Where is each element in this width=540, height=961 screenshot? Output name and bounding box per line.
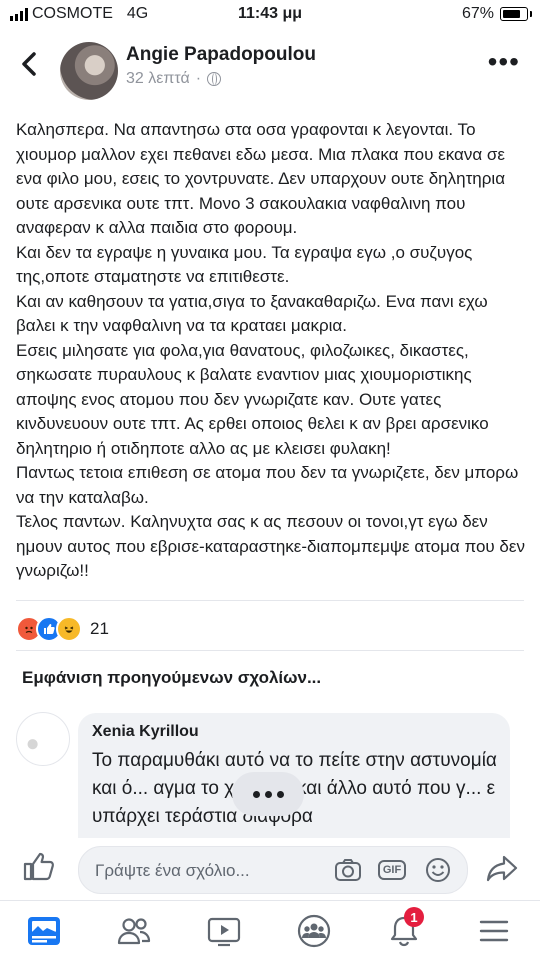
watch-icon[interactable] xyxy=(204,913,244,949)
emoji-icon[interactable] xyxy=(423,855,453,885)
post-meta: 32 λεπτά · xyxy=(126,70,222,88)
show-previous-comments-link[interactable]: Εμφάνιση προηγούμενων σχολίων... xyxy=(22,668,321,688)
meta-separator: · xyxy=(195,70,202,87)
camera-icon[interactable] xyxy=(333,855,363,885)
comment-composer: GIF xyxy=(0,838,540,900)
menu-icon[interactable] xyxy=(474,913,514,949)
news-feed-icon[interactable] xyxy=(24,913,64,949)
post-paragraph: Παντως τετοια επιθεση σε ατομα που δεν τ… xyxy=(16,463,519,507)
post-paragraph: Τελος παντων. Καληνυχτα σας κ ας πεσουν … xyxy=(16,512,525,580)
divider xyxy=(16,600,524,601)
commenter-avatar[interactable] xyxy=(16,712,70,766)
more-icon[interactable]: ••• xyxy=(488,48,520,76)
post-header: Angie Papadopoulou 32 λεπτά · ••• xyxy=(0,32,540,104)
notifications-badge: 1 xyxy=(404,907,424,927)
friends-icon[interactable] xyxy=(114,913,154,949)
typing-indicator xyxy=(232,772,304,816)
gif-label: GIF xyxy=(377,860,407,880)
author-avatar[interactable] xyxy=(60,42,118,100)
post-paragraph: Καλησπερα. Να απαντησω στα οσα γραφονται… xyxy=(16,120,506,237)
post-time[interactable]: 32 λεπτά xyxy=(126,70,190,88)
reactions-summary[interactable]: 21 xyxy=(16,616,109,642)
status-right: 67% xyxy=(461,5,532,23)
post-text: Καλησπερα. Να απαντησω στα οσα γραφονται… xyxy=(16,118,526,584)
haha-reaction-icon xyxy=(56,616,82,642)
post-paragraph: Και δεν τα εγραψε η γυναικα μου. Τα εγρα… xyxy=(16,242,473,287)
battery-icon xyxy=(500,7,532,21)
comment-field[interactable]: GIF xyxy=(78,846,468,895)
post-paragraph: Και αν καθησουν τα γατια,σιγα το ξανακαθ… xyxy=(16,291,488,336)
post-paragraph: Εσεις μιλησατε για φολα,για θανατους, φι… xyxy=(16,340,489,458)
battery-percent: 67% xyxy=(461,5,494,22)
share-icon[interactable] xyxy=(486,854,518,887)
divider xyxy=(16,650,524,651)
globe-icon xyxy=(207,72,222,86)
back-arrow-icon[interactable] xyxy=(20,50,38,84)
bottom-tab-bar: 1 xyxy=(0,900,540,961)
commenter-name[interactable]: Xenia Kyrillou xyxy=(92,723,199,741)
comment-input[interactable] xyxy=(93,847,327,895)
status-bar: COSMOTE 4G 11:43 μμ 67% xyxy=(0,0,540,30)
gif-icon[interactable]: GIF xyxy=(377,855,407,885)
reaction-count[interactable]: 21 xyxy=(90,619,109,639)
groups-icon[interactable] xyxy=(294,913,334,949)
clock: 11:43 μμ xyxy=(237,5,303,22)
bell-icon[interactable]: 1 xyxy=(384,907,424,949)
author-name[interactable]: Angie Papadopoulou xyxy=(126,44,316,66)
like-icon[interactable] xyxy=(22,850,56,888)
